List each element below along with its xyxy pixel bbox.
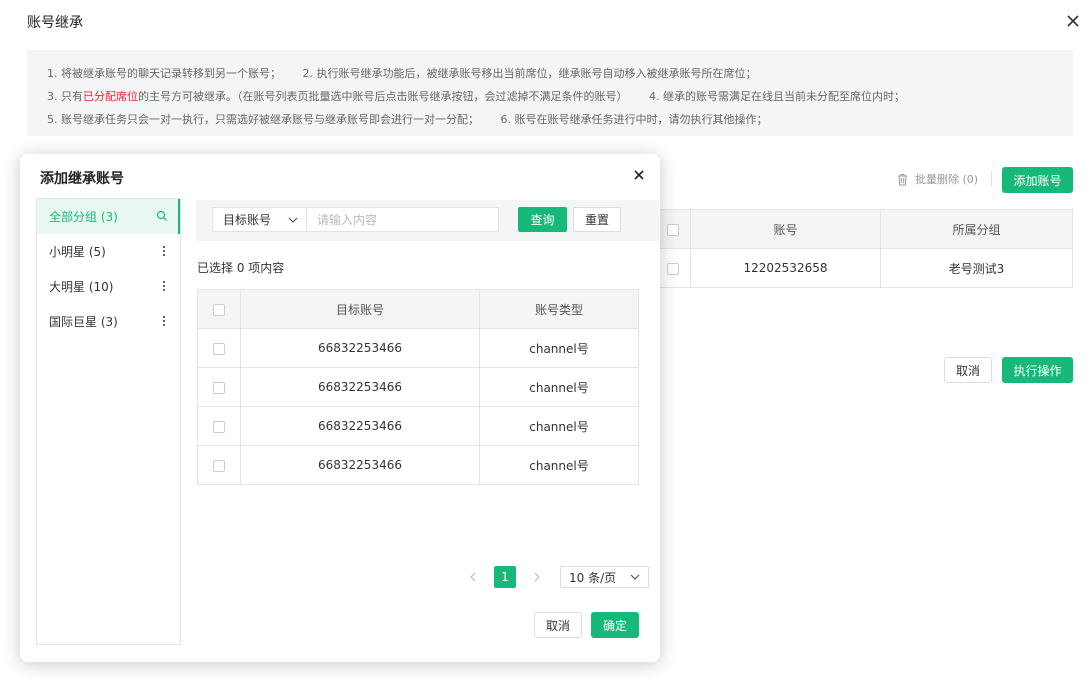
search-icon[interactable] [156, 210, 168, 222]
account-type-cell: channel号 [479, 367, 639, 407]
selected-count: 已选择 0 项内容 [197, 261, 285, 275]
table-row: 12202532658 老号测试3 [655, 248, 1073, 288]
close-icon[interactable] [1064, 12, 1082, 30]
row-checkbox[interactable] [667, 262, 679, 275]
page-number-current[interactable]: 1 [494, 566, 516, 588]
cancel-button[interactable]: 取消 [944, 357, 992, 383]
notice-item-1: 1. 将被继承账号的聊天记录转移到另一个账号； [47, 67, 281, 80]
reset-button[interactable]: 重置 [573, 207, 621, 232]
close-icon[interactable] [632, 168, 646, 182]
search-field-select[interactable]: 目标账号 [212, 207, 307, 232]
modal-title: 添加继承账号 [40, 171, 124, 187]
group-cell: 老号测试3 [880, 248, 1073, 288]
table-row: 66832253466 channel号 [197, 445, 639, 485]
account-type-cell: channel号 [479, 445, 639, 485]
column-header-target-account: 目标账号 [240, 289, 480, 329]
chevron-left-icon[interactable] [466, 570, 480, 584]
execute-button[interactable]: 执行操作 [1002, 357, 1073, 383]
pagination: 1 10 条/页 [466, 566, 649, 588]
more-vertical-icon[interactable] [158, 280, 170, 292]
search-input[interactable] [307, 207, 499, 232]
table-header-row: 目标账号 账号类型 [197, 289, 639, 329]
row-checkbox[interactable] [213, 459, 225, 472]
bulk-delete-button[interactable]: 批量删除 (0) [896, 171, 978, 187]
row-checkbox-cell [197, 445, 241, 485]
notice-item-4: 4. 继承的账号需满足在线且当前未分配至席位内时； [649, 90, 905, 103]
notice-item-5: 5. 账号继承任务只会一对一执行，只需选好被继承账号与继承账号即会进行一对一分配… [47, 113, 479, 126]
add-account-button[interactable]: 添加账号 [1002, 167, 1073, 193]
chevron-down-icon [288, 217, 298, 223]
row-checkbox[interactable] [213, 381, 225, 394]
notice-highlight: 已分配席位 [83, 90, 138, 103]
table-header-row: 账号 所属分组 [655, 209, 1073, 249]
search-field-select-value: 目标账号 [223, 213, 272, 227]
group-item-label: 全部分组 (3) [49, 210, 118, 224]
more-vertical-icon[interactable] [158, 315, 170, 327]
group-item-label: 国际巨星 (3) [49, 315, 118, 329]
divider [991, 171, 992, 187]
trash-icon [898, 173, 907, 185]
group-item-all[interactable]: 全部分组 (3) [37, 199, 180, 234]
row-checkbox-cell [197, 328, 241, 368]
group-list: 全部分组 (3) 小明星 (5) 大明星 (10) 国际巨星 (3) [36, 198, 181, 645]
chevron-down-icon [630, 574, 640, 580]
target-account-table: 目标账号 账号类型 66832253466 channel号 668322534… [197, 289, 639, 485]
page-title: 账号继承 [27, 15, 83, 31]
notice-box: 1. 将被继承账号的聊天记录转移到另一个账号； 2. 执行账号继承功能后，被继承… [27, 50, 1073, 136]
account-type-cell: channel号 [479, 328, 639, 368]
add-inherit-account-modal: 添加继承账号 全部分组 (3) 小明星 (5) 大明星 (10) 国际巨星 (3… [20, 154, 660, 662]
group-item-small-star[interactable]: 小明星 (5) [37, 234, 180, 269]
row-checkbox-cell [197, 406, 241, 446]
notice-item-3-prefix: 3. 只有 [47, 90, 83, 103]
select-all-checkbox[interactable] [667, 223, 679, 236]
table-row: 66832253466 channel号 [197, 367, 639, 407]
confirm-button[interactable]: 确定 [591, 612, 639, 638]
row-checkbox-cell [655, 248, 691, 288]
notice-item-2: 2. 执行账号继承功能后，被继承账号移出当前席位，继承账号自动移入被继承账号所在… [302, 67, 757, 80]
column-header-account-type: 账号类型 [479, 289, 639, 329]
target-account-cell: 66832253466 [240, 406, 480, 446]
notice-item-3-suffix: 的主号方可被继承。（在账号列表页批量选中账号后点击账号继承按钮，会过滤掉不满足条… [138, 90, 628, 103]
page: 账号继承 1. 将被继承账号的聊天记录转移到另一个账号； 2. 执行账号继承功能… [0, 0, 1092, 688]
group-item-international-star[interactable]: 国际巨星 (3) [37, 304, 180, 339]
notice-item-6: 6. 账号在账号继承任务进行中时，请勿执行其他操作； [500, 113, 768, 126]
modal-cancel-button[interactable]: 取消 [534, 612, 582, 638]
bulk-delete-label: 批量删除 (0) [915, 173, 979, 186]
target-account-cell: 66832253466 [240, 445, 480, 485]
chevron-right-icon[interactable] [530, 570, 544, 584]
select-all-cell [655, 209, 691, 249]
row-checkbox[interactable] [213, 342, 225, 355]
group-item-label: 小明星 (5) [49, 245, 106, 259]
account-cell: 12202532658 [690, 248, 881, 288]
account-type-cell: channel号 [479, 406, 639, 446]
notice-item-3: 3. 只有已分配席位的主号方可被继承。（在账号列表页批量选中账号后点击账号继承按… [47, 85, 628, 108]
row-checkbox-cell [197, 367, 241, 407]
group-item-label: 大明星 (10) [49, 280, 114, 294]
table-row: 66832253466 channel号 [197, 406, 639, 446]
page-size-value: 10 条/页 [569, 570, 617, 585]
row-checkbox[interactable] [213, 420, 225, 433]
table-row: 66832253466 channel号 [197, 328, 639, 368]
column-header-account: 账号 [690, 209, 881, 249]
search-bar: 目标账号 查询 重置 [196, 200, 659, 241]
select-all-checkbox[interactable] [213, 303, 225, 316]
target-account-cell: 66832253466 [240, 367, 480, 407]
query-button[interactable]: 查询 [518, 207, 567, 232]
group-item-big-star[interactable]: 大明星 (10) [37, 269, 180, 304]
page-size-select[interactable]: 10 条/页 [560, 566, 649, 588]
target-account-cell: 66832253466 [240, 328, 480, 368]
main-account-table: 账号 所属分组 12202532658 老号测试3 [655, 209, 1073, 288]
select-all-cell [197, 289, 241, 329]
column-header-group: 所属分组 [880, 209, 1073, 249]
more-vertical-icon[interactable] [158, 245, 170, 257]
